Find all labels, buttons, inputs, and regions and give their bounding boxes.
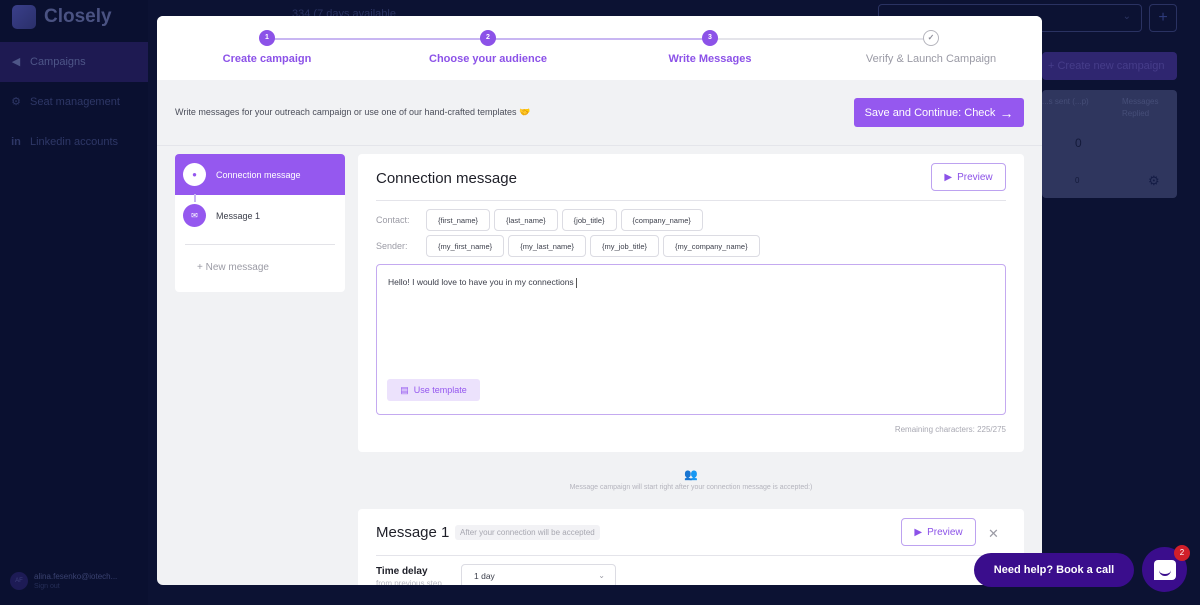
list-item-connection-message[interactable]: ● Connection message (175, 154, 345, 195)
table-header: ...s sent (...p) (1042, 97, 1089, 106)
list-item-label: Connection message (216, 169, 301, 180)
chevron-down-icon: ⌄ (598, 571, 605, 580)
person-icon: ● (183, 163, 206, 186)
preview-button[interactable]: ▶ Preview (901, 518, 976, 546)
tag-first-name[interactable]: {first_name} (426, 209, 491, 231)
divider (376, 555, 1006, 556)
message-text: Hello! I would love to have you in my co… (388, 277, 574, 287)
tag-job-title[interactable]: {job_title} (561, 209, 617, 231)
text-cursor (575, 277, 577, 288)
step-label: Choose your audience (429, 53, 547, 65)
create-campaign-button[interactable]: + Create new campaign (1042, 52, 1177, 80)
tag-last-name[interactable]: {last_name} (494, 209, 558, 231)
tag-my-first-name[interactable]: {my_first_name} (426, 235, 505, 257)
gear-icon[interactable]: ⚙ (1148, 173, 1160, 189)
campaign-hint: 👥 Message campaign will start right afte… (358, 468, 1024, 491)
table-cell: 0 (1075, 136, 1082, 150)
document-icon: ▤ (400, 384, 409, 395)
sidebar-item-label: Campaigns (30, 56, 86, 68)
step-number: 1 (259, 30, 275, 46)
people-icon: 👥 (684, 469, 698, 481)
contact-tags: Contact: {first_name} {last_name} {job_t… (376, 209, 703, 231)
step-verify-launch[interactable]: ✓ Verify & Launch Campaign (831, 30, 1031, 65)
contact-label: Contact: (376, 215, 410, 225)
book-call-button[interactable]: Need help? Book a call (974, 553, 1134, 587)
save-continue-button[interactable]: Save and Continue: Check → (854, 98, 1024, 127)
time-delay-value: 1 day (474, 571, 495, 581)
app-name: Closely (44, 6, 112, 27)
time-delay-sublabel: from previous step (376, 579, 442, 585)
chevron-down-icon: ⌄ (1122, 11, 1131, 22)
tag-my-last-name[interactable]: {my_last_name} (508, 235, 586, 257)
message-badge: After your connection will be accepted (455, 525, 600, 540)
play-icon: ▶ (944, 171, 953, 183)
step-write-messages[interactable]: 3 Write Messages (610, 30, 810, 65)
user-email: alina.fesenko@iotech... (34, 572, 118, 581)
message-list: ● Connection message ✉ Message 1 + New m… (175, 154, 345, 292)
info-bar: Write messages for your outreach campaig… (157, 80, 1042, 146)
divider (185, 244, 335, 245)
connection-message-card: Connection message ▶ Preview Contact: {f… (358, 154, 1024, 452)
remaining-characters: Remaining characters: 225/275 (894, 425, 1006, 434)
step-label: Write Messages (668, 53, 752, 65)
step-create-campaign[interactable]: 1 Create campaign (167, 30, 367, 65)
card-title: Connection message (376, 170, 517, 187)
message-textarea[interactable]: Hello! I would love to have you in my co… (376, 264, 1006, 415)
table-cell: 0 (1075, 176, 1080, 185)
sender-label: Sender: (376, 241, 408, 251)
tag-my-company-name[interactable]: {my_company_name} (663, 235, 760, 257)
use-template-button[interactable]: ▤ Use template (387, 379, 480, 401)
divider (376, 200, 1006, 201)
hint-text: Message campaign will start right after … (569, 484, 813, 491)
campaign-table: ...s sent (...p) Messages Replied 0 0 ⚙ (1042, 90, 1177, 198)
sidebar-item-label: Seat management (30, 96, 120, 108)
tag-company-name[interactable]: {company_name} (620, 209, 703, 231)
gear-icon: ⚙ (11, 96, 21, 108)
notification-badge: 2 (1174, 545, 1190, 561)
list-item-message-1[interactable]: ✉ Message 1 (175, 195, 345, 236)
chat-icon (1153, 559, 1176, 580)
arrow-right-icon: → (999, 104, 1014, 121)
linkedin-icon: in (11, 136, 21, 148)
logo-icon (12, 5, 36, 29)
sign-out-link[interactable]: Sign out (34, 583, 117, 590)
step-number: 2 (480, 30, 496, 46)
time-delay-select[interactable]: 1 day ⌄ (461, 564, 616, 585)
step-number: 3 (702, 30, 718, 46)
save-button-label: Save and Continue: Check (864, 106, 996, 119)
avatar: AF (10, 572, 28, 590)
envelope-icon: ✉ (183, 204, 206, 227)
card-title: Message 1 (376, 524, 450, 541)
info-text: Write messages for your outreach campaig… (175, 107, 531, 117)
sidebar-item-campaigns[interactable]: ◀ Campaigns (0, 42, 148, 82)
stepper: 1 Create campaign 2 Choose your audience… (157, 16, 1042, 80)
megaphone-icon: ◀ (11, 56, 21, 68)
logo[interactable]: Closely (12, 5, 112, 29)
close-icon[interactable]: ✕ (988, 526, 999, 542)
play-icon: ▶ (914, 526, 923, 538)
step-label: Create campaign (222, 53, 312, 65)
check-icon: ✓ (923, 30, 939, 46)
user-profile: AF alina.fesenko@iotech... Sign out (10, 572, 117, 590)
use-template-label: Use template (413, 385, 467, 395)
campaign-modal: 1 Create campaign 2 Choose your audience… (157, 16, 1042, 585)
preview-button[interactable]: ▶ Preview (931, 163, 1006, 191)
table-header: Messages Replied (1122, 97, 1159, 118)
time-delay-label: Time delay (376, 566, 428, 577)
list-item-label: Message 1 (216, 210, 261, 221)
step-choose-audience[interactable]: 2 Choose your audience (388, 30, 588, 65)
tag-my-job-title[interactable]: {my_job_title} (590, 235, 660, 257)
sidebar-item-linkedin-accounts[interactable]: in Linkedin accounts (0, 122, 148, 162)
sidebar-item-seat-management[interactable]: ⚙ Seat management (0, 82, 148, 122)
sidebar-item-label: Linkedin accounts (30, 136, 119, 148)
preview-label: Preview (957, 171, 993, 183)
sender-tags: Sender: {my_first_name} {my_last_name} {… (376, 235, 760, 257)
sidebar: Closely ◀ Campaigns ⚙ Seat management in… (0, 0, 148, 605)
preview-label: Preview (927, 526, 963, 538)
message-1-card: Message 1 After your connection will be … (358, 509, 1024, 585)
step-label: Verify & Launch Campaign (865, 53, 997, 65)
new-message-button[interactable]: + New message (197, 262, 269, 273)
add-account-button[interactable]: + (1149, 4, 1177, 32)
